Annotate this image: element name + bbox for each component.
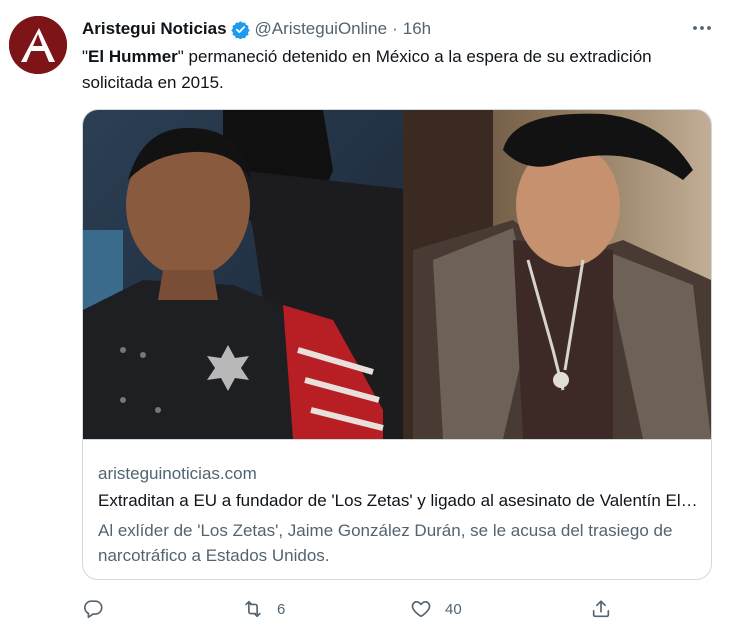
handle[interactable]: @AristeguiOnline xyxy=(255,19,388,39)
avatar[interactable] xyxy=(9,16,67,74)
card-domain: aristeguinoticias.com xyxy=(98,464,257,483)
reply-icon xyxy=(84,600,103,619)
like-count: 40 xyxy=(445,600,462,618)
share-button[interactable] xyxy=(590,596,612,622)
photo-right xyxy=(403,110,711,439)
share-icon xyxy=(592,600,610,618)
retweet-button[interactable]: 6 xyxy=(242,596,285,622)
retweet-count: 6 xyxy=(277,600,286,618)
tweet[interactable]: Aristegui Noticias @AristeguiOnline · 16… xyxy=(0,0,737,627)
heart-icon xyxy=(411,601,431,618)
card-meta[interactable]: aristeguinoticias.com Extraditan a EU a … xyxy=(83,439,711,579)
card-image[interactable] xyxy=(83,110,711,439)
reply-button[interactable] xyxy=(82,596,104,622)
retweet-icon xyxy=(245,600,261,618)
separator-dot: · xyxy=(392,19,398,38)
link-card[interactable]: aristeguinoticias.com Extraditan a EU a … xyxy=(82,109,712,580)
tweet-text-bold: El Hummer xyxy=(88,47,178,66)
photo-left xyxy=(83,110,413,439)
verified-badge-icon xyxy=(230,20,250,39)
like-button[interactable]: 40 xyxy=(410,596,462,622)
card-title: Extraditan a EU a fundador de 'Los Zetas… xyxy=(98,491,698,510)
timestamp[interactable]: 16h xyxy=(403,19,431,39)
aristegui-logo xyxy=(9,16,67,74)
display-name[interactable]: Aristegui Noticias xyxy=(82,19,227,39)
more-options-button[interactable] xyxy=(690,18,714,38)
more-icon xyxy=(693,26,711,30)
card-description: Al exlíder de 'Los Zetas', Jaime Gonzále… xyxy=(98,521,673,565)
tweet-actions: 6 40 xyxy=(82,596,722,622)
tweet-header: Aristegui Noticias @AristeguiOnline · 16… xyxy=(82,18,431,40)
tweet-text: "El Hummer" permaneció detenido en Méxic… xyxy=(82,44,722,96)
